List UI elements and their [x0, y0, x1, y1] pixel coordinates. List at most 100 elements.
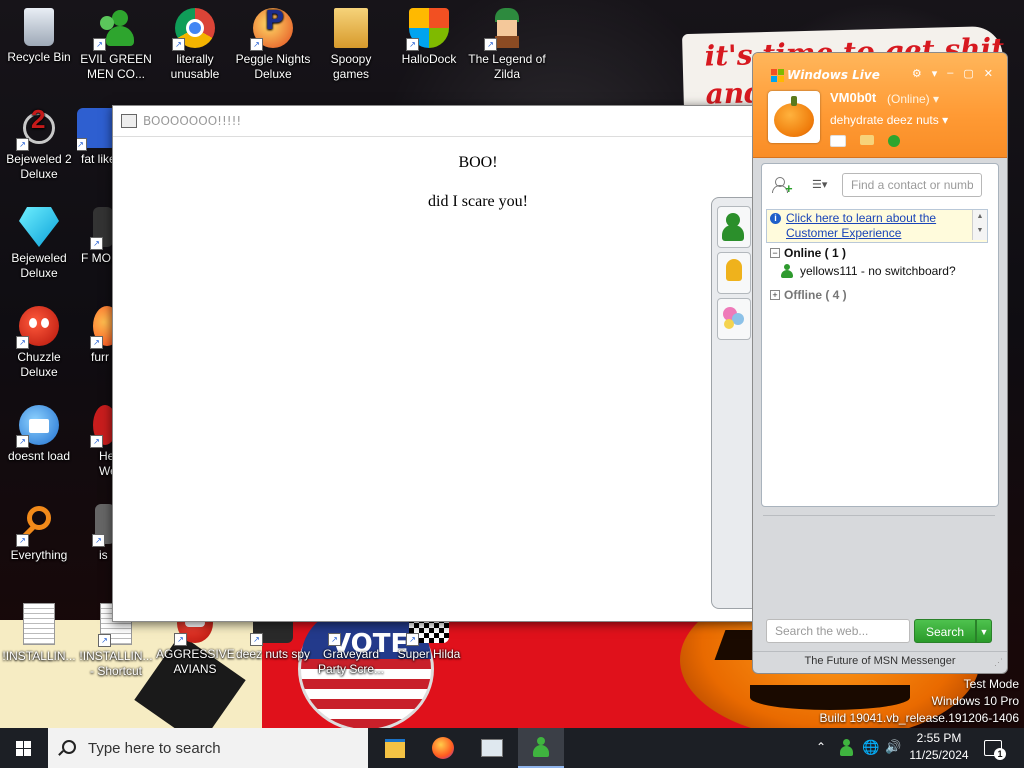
status-selector[interactable]: (Online) ▾ [887, 92, 939, 106]
volume-icon[interactable]: 🔊 [885, 739, 901, 755]
web-search-input[interactable] [766, 619, 910, 643]
bejeweled-icon [19, 207, 59, 247]
desktop-icon-thunderbird[interactable]: ↗ doesnt load [0, 405, 78, 464]
windows-flag-icon [771, 68, 784, 82]
desktop-icon-label: The Legend of Zilda [468, 52, 546, 81]
footer-text: The Future of MSN Messenger [804, 655, 956, 667]
desktop-icon-evil-green-men[interactable]: ↗ EVIL GREEN MEN CO... [77, 8, 155, 82]
boo-window: BOOOOOOO!!!!! BOO! did I scare you! [112, 105, 770, 622]
desktop-icon-chuzzle[interactable]: ↗ Chuzzle Deluxe [0, 306, 78, 380]
resize-grip-icon[interactable]: ⋰ [994, 653, 1003, 671]
desktop-icon-spoopy-games[interactable]: Spoopy games [312, 8, 390, 82]
desktop-icon-label: literally unusable [170, 52, 220, 81]
desktop-icon-label: Super Hilda [397, 647, 461, 661]
desktop-icon-peggle[interactable]: P ↗ Peggle Nights Deluxe [234, 8, 312, 82]
desktop-icon-fat-like[interactable]: ↗ fat like [77, 108, 117, 167]
collapse-icon: − [770, 248, 780, 258]
desktop-icon-legend-of-zilda[interactable]: ↗ The Legend of Zilda [468, 8, 546, 82]
group-online[interactable]: − Online ( 1 ) [770, 246, 846, 260]
windows-shield-icon: ↗ [406, 8, 449, 51]
info-icon: i [770, 213, 781, 224]
desktop-icon-label: Spoopy games [330, 52, 372, 81]
start-button[interactable] [0, 728, 48, 768]
file-explorer-icon [385, 739, 405, 758]
group-offline[interactable]: + Offline ( 4 ) [770, 288, 847, 302]
clock[interactable]: 2:55 PM 11/25/2024 [904, 730, 974, 764]
msn-side-tabs [711, 197, 754, 609]
customer-experience-banner: i Click here to learn about the Customer… [766, 209, 988, 243]
tab-alerts[interactable] [717, 252, 751, 294]
msn-quick-toolbar [830, 135, 900, 147]
boo-heading: BOO! [458, 154, 498, 171]
contact-name: yellows111 - no switchboard? [800, 264, 956, 278]
show-hidden-icons-button[interactable]: ⌃ [816, 740, 826, 754]
taskbar-file-explorer[interactable] [372, 728, 418, 768]
network-icon[interactable]: 🌐 [862, 739, 879, 756]
desktop-icon-label: Bejeweled 2 Deluxe [6, 152, 72, 181]
bell-icon [726, 259, 742, 281]
desktop-icon-label: HalloDock [401, 52, 457, 66]
taskbar-firefox[interactable] [420, 728, 466, 768]
peggle-icon: P ↗ [250, 8, 293, 51]
taskbar-control-panel[interactable] [468, 728, 514, 768]
add-contact-icon[interactable]: + [772, 177, 793, 195]
tab-contacts[interactable] [717, 206, 751, 248]
desktop-icon-bejeweled[interactable]: Bejeweled Deluxe [0, 207, 78, 281]
desktop-icon-chrome[interactable]: ↗ literally unusable [156, 8, 234, 82]
taskbar-search-box[interactable]: Type here to search [48, 728, 368, 768]
desktop-icon-label: He We [99, 449, 117, 478]
globe-icon[interactable] [888, 135, 900, 147]
desktop-icon-label: Everything [10, 548, 68, 562]
desktop-icon-label: EVIL GREEN MEN CO... [80, 52, 152, 81]
desktop-icon-f-mon[interactable]: ↗ F MON [77, 207, 113, 266]
thunderbird-icon: ↗ [16, 405, 59, 448]
msn-header: Windows Live ⚙ ▾ – ▢ ✕ VM0b0t (Online) ▾… [753, 53, 1007, 158]
customer-experience-link[interactable]: Click here to learn about the Customer E… [786, 211, 961, 241]
avatar[interactable] [768, 91, 820, 143]
notification-center-icon[interactable]: 1 [984, 740, 1006, 760]
minimize-button[interactable]: – [947, 67, 953, 80]
taskbar-msn-messenger[interactable] [518, 728, 564, 768]
find-contact-input[interactable] [842, 173, 982, 197]
desktop-icon-label: Graveyard Party Scre... [317, 647, 385, 676]
recycle-bin-icon [24, 8, 54, 46]
personal-message[interactable]: dehydrate deez nuts ▾ [830, 113, 948, 127]
display-name[interactable]: VM0b0t [830, 90, 876, 105]
desktop-icon-installing[interactable]: !INSTALLIN... [0, 603, 78, 664]
maximize-button[interactable]: ▢ [963, 67, 973, 80]
divider [763, 515, 995, 516]
desktop-icon-furr[interactable]: ↗ furr [77, 306, 117, 365]
msn-tray-icon[interactable] [838, 739, 854, 757]
desktop-icon-recycle-bin[interactable]: Recycle Bin [0, 8, 78, 65]
firefox-icon [432, 737, 454, 759]
settings-icon[interactable]: ⚙ [912, 67, 922, 80]
desktop-icon-he-we[interactable]: ↗ He We [77, 405, 117, 479]
tab-social[interactable] [717, 298, 751, 340]
pumpkin-icon [774, 103, 814, 137]
desktop-icon-is[interactable]: ↗ is [77, 504, 117, 563]
list-view-icon[interactable]: ☰▾ [812, 178, 834, 192]
windows-live-logo: Windows Live [771, 68, 880, 82]
desktop-icon-everything[interactable]: ↗ Everything [0, 504, 78, 563]
boo-window-title: BOOOOOOO!!!!! [143, 114, 242, 128]
text-file-icon [23, 603, 55, 645]
banner-scrollbar[interactable]: ▲ ▼ [972, 210, 987, 240]
mail-icon[interactable] [830, 135, 846, 147]
menu-dropdown-icon[interactable]: ▾ [932, 67, 938, 80]
search-icon [62, 740, 76, 754]
search-dropdown-button[interactable]: ▼ [976, 619, 992, 643]
contact-item[interactable]: yellows111 - no switchboard? [780, 264, 956, 278]
desktop-icon-hallodock[interactable]: ↗ HalloDock [390, 8, 468, 67]
desktop-icon-label: AGGRESSIVE AVIANS [156, 647, 235, 676]
folder-icon[interactable] [860, 135, 874, 145]
desktop-icon-label: Recycle Bin [7, 50, 71, 64]
desktop-icon-label: Bejeweled Deluxe [11, 251, 67, 280]
desktop-icon-label: is [99, 548, 108, 562]
desktop-icon-bejeweled-2[interactable]: 2 ↗ Bejeweled 2 Deluxe [0, 106, 78, 182]
msn-messenger-icon [532, 737, 550, 757]
search-button[interactable]: Search [914, 619, 976, 643]
everything-search-icon: ↗ [16, 504, 59, 547]
close-button[interactable]: ✕ [984, 67, 993, 80]
contact-list-panel: + ☰▾ i Click here to learn about the Cus… [761, 163, 999, 507]
boo-window-titlebar[interactable]: BOOOOOOO!!!!! [113, 106, 769, 137]
